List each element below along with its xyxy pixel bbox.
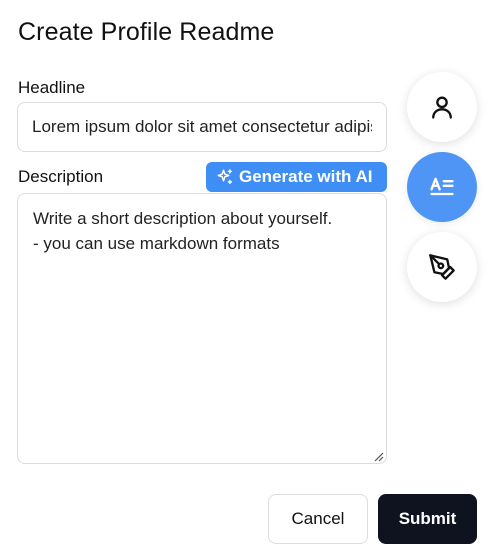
headline-input[interactable] (17, 102, 387, 152)
text-lines-icon (430, 177, 454, 196)
submit-button[interactable]: Submit (378, 494, 477, 544)
headline-label: Headline (18, 78, 86, 97)
user-icon (432, 96, 452, 119)
design-section-button[interactable] (407, 232, 477, 302)
generate-with-ai-button[interactable]: Generate with AI (206, 162, 387, 192)
readme-section-button[interactable] (407, 152, 477, 222)
description-textarea[interactable]: Write a short description about yourself… (17, 193, 387, 464)
cancel-button[interactable]: Cancel (268, 494, 368, 544)
sparkles-icon (217, 169, 233, 185)
profile-section-button[interactable] (407, 72, 477, 142)
page-title: Create Profile Readme (18, 18, 275, 46)
generate-with-ai-label: Generate with AI (239, 167, 373, 186)
resize-handle-icon[interactable] (372, 450, 384, 462)
description-label: Description (18, 167, 104, 186)
pen-tool-icon (429, 254, 455, 280)
